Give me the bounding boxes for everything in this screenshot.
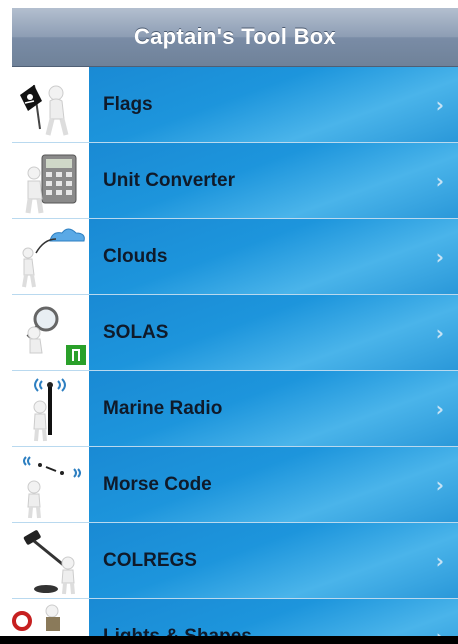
list-item-label: Clouds: [103, 245, 168, 267]
chevron-right-icon: ›: [435, 396, 444, 421]
list-item-clouds[interactable]: Clouds ›: [12, 219, 458, 295]
morse-signal-icon: [12, 447, 89, 522]
radio-antenna-icon: [12, 371, 89, 446]
list-item-label: SOLAS: [103, 321, 169, 343]
list-item-label: Flags: [103, 93, 153, 115]
list-item-label: Morse Code: [103, 473, 212, 495]
magnifier-exit-icon: [12, 295, 89, 370]
list-item-colregs[interactable]: COLREGS ›: [12, 523, 458, 599]
bottom-bar: [0, 636, 458, 644]
pirate-flag-icon: [12, 67, 89, 142]
chevron-right-icon: ›: [435, 92, 444, 117]
list-item-label: COLREGS: [103, 549, 197, 571]
chevron-right-icon: ›: [435, 472, 444, 497]
menu-list: Flags › Unit Converter › Clouds › SOLAS …: [12, 67, 458, 644]
cloud-icon: [12, 219, 89, 294]
list-item-unit-converter[interactable]: Unit Converter ›: [12, 143, 458, 219]
list-item-solas[interactable]: SOLAS ›: [12, 295, 458, 371]
list-item-morse-code[interactable]: Morse Code ›: [12, 447, 458, 523]
calculator-icon: [12, 143, 89, 218]
app-screen: Captain's Tool Box Flags › Unit Converte…: [0, 0, 458, 644]
chevron-right-icon: ›: [435, 548, 444, 573]
list-item-label: Marine Radio: [103, 397, 223, 419]
list-item-label: Unit Converter: [103, 169, 235, 191]
gavel-icon: [12, 523, 89, 598]
chevron-right-icon: ›: [435, 244, 444, 269]
navigation-bar: Captain's Tool Box: [12, 8, 458, 67]
chevron-right-icon: ›: [435, 320, 444, 345]
list-item-flags[interactable]: Flags ›: [12, 67, 458, 143]
list-item-marine-radio[interactable]: Marine Radio ›: [12, 371, 458, 447]
chevron-right-icon: ›: [435, 168, 444, 193]
page-title: Captain's Tool Box: [133, 24, 337, 49]
